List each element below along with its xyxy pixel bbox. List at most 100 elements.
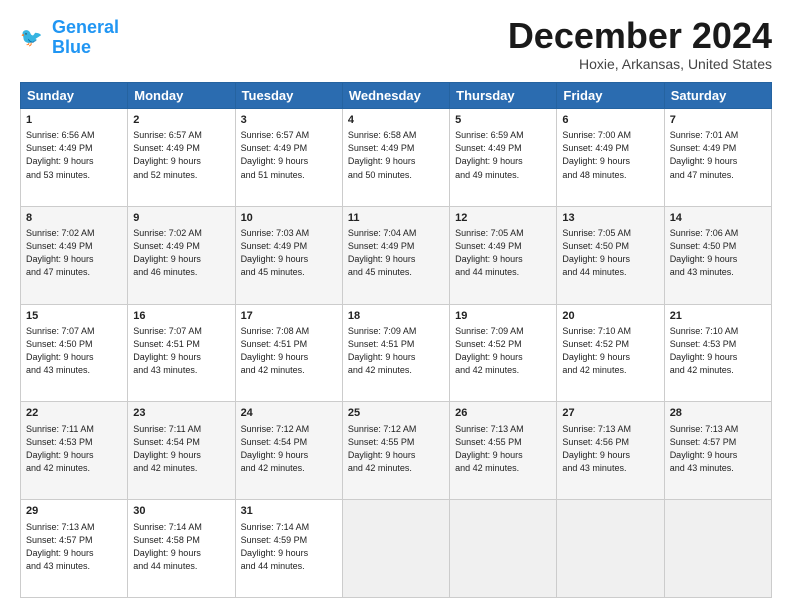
cell-info: Sunrise: 7:11 AMSunset: 4:53 PMDaylight:… — [26, 423, 122, 475]
calendar-cell: 20Sunrise: 7:10 AMSunset: 4:52 PMDayligh… — [557, 304, 664, 402]
cell-info: Sunrise: 7:09 AMSunset: 4:52 PMDaylight:… — [455, 325, 551, 377]
cell-info: Sunrise: 7:01 AMSunset: 4:49 PMDaylight:… — [670, 129, 766, 181]
day-number: 25 — [348, 406, 444, 421]
header-row: SundayMondayTuesdayWednesdayThursdayFrid… — [21, 83, 772, 109]
logo-blue: Blue — [52, 38, 119, 58]
logo-icon: 🐦 — [20, 24, 48, 52]
header-cell-tuesday: Tuesday — [235, 83, 342, 109]
calendar-cell: 16Sunrise: 7:07 AMSunset: 4:51 PMDayligh… — [128, 304, 235, 402]
header-cell-wednesday: Wednesday — [342, 83, 449, 109]
cell-info: Sunrise: 7:13 AMSunset: 4:57 PMDaylight:… — [26, 521, 122, 573]
cell-info: Sunrise: 6:57 AMSunset: 4:49 PMDaylight:… — [133, 129, 229, 181]
calendar-cell: 25 Sunrise: 7:12 AMSunset: 4:55 PMDayligh… — [342, 402, 449, 500]
day-number: 13 — [562, 211, 658, 226]
calendar-cell: 14Sunrise: 7:06 AMSunset: 4:50 PMDayligh… — [664, 206, 771, 304]
calendar-cell — [342, 500, 449, 598]
day-number: 23 — [133, 406, 229, 421]
header-cell-monday: Monday — [128, 83, 235, 109]
week-row-5: 29 Sunrise: 7:13 AMSunset: 4:57 PMDayligh… — [21, 500, 772, 598]
logo-text: General Blue — [52, 18, 119, 58]
day-number: 3 — [241, 113, 337, 128]
week-row-3: 15Sunrise: 7:07 AMSunset: 4:50 PMDayligh… — [21, 304, 772, 402]
day-number: 12 — [455, 211, 551, 226]
calendar-cell: 7Sunrise: 7:01 AMSunset: 4:49 PMDaylight… — [664, 109, 771, 207]
cell-info: Sunrise: 7:14 AMSunset: 4:58 PMDaylight:… — [133, 521, 229, 573]
calendar-cell — [450, 500, 557, 598]
calendar-cell: 18Sunrise: 7:09 AMSunset: 4:51 PMDayligh… — [342, 304, 449, 402]
header-cell-thursday: Thursday — [450, 83, 557, 109]
week-row-1: 1Sunrise: 6:56 AMSunset: 4:49 PMDaylight… — [21, 109, 772, 207]
week-row-2: 8Sunrise: 7:02 AMSunset: 4:49 PMDaylight… — [21, 206, 772, 304]
logo: 🐦 General Blue — [20, 18, 119, 58]
cell-info: Sunrise: 7:13 AMSunset: 4:55 PMDaylight:… — [455, 423, 551, 475]
cell-info: Sunrise: 7:05 AMSunset: 4:50 PMDaylight:… — [562, 227, 658, 279]
calendar-cell: 31 Sunrise: 7:14 AMSunset: 4:59 PMDayligh… — [235, 500, 342, 598]
calendar-cell: 22Sunrise: 7:11 AMSunset: 4:53 PMDayligh… — [21, 402, 128, 500]
cell-info: Sunrise: 6:58 AMSunset: 4:49 PMDaylight:… — [348, 129, 444, 181]
day-number: 9 — [133, 211, 229, 226]
day-number: 14 — [670, 211, 766, 226]
calendar-cell: 19Sunrise: 7:09 AMSunset: 4:52 PMDayligh… — [450, 304, 557, 402]
day-number: 29 — [26, 504, 122, 519]
day-number: 26 — [455, 406, 551, 421]
day-number: 5 — [455, 113, 551, 128]
day-number: 1 — [26, 113, 122, 128]
cell-info: Sunrise: 7:05 AMSunset: 4:49 PMDaylight:… — [455, 227, 551, 279]
header: 🐦 General Blue December 2024 Hoxie, Arka… — [20, 18, 772, 72]
day-number: 28 — [670, 406, 766, 421]
calendar-cell: 27 Sunrise: 7:13 AMSunset: 4:56 PMDayligh… — [557, 402, 664, 500]
calendar-cell: 13Sunrise: 7:05 AMSunset: 4:50 PMDayligh… — [557, 206, 664, 304]
calendar-cell: 9Sunrise: 7:02 AMSunset: 4:49 PMDaylight… — [128, 206, 235, 304]
calendar-cell: 2Sunrise: 6:57 AMSunset: 4:49 PMDaylight… — [128, 109, 235, 207]
cell-info: Sunrise: 7:07 AMSunset: 4:51 PMDaylight:… — [133, 325, 229, 377]
calendar-cell: 15Sunrise: 7:07 AMSunset: 4:50 PMDayligh… — [21, 304, 128, 402]
calendar-cell: 11Sunrise: 7:04 AMSunset: 4:49 PMDayligh… — [342, 206, 449, 304]
cell-info: Sunrise: 7:00 AMSunset: 4:49 PMDaylight:… — [562, 129, 658, 181]
calendar-cell: 1Sunrise: 6:56 AMSunset: 4:49 PMDaylight… — [21, 109, 128, 207]
calendar-cell: 28Sunrise: 7:13 AMSunset: 4:57 PMDayligh… — [664, 402, 771, 500]
calendar-cell: 10Sunrise: 7:03 AMSunset: 4:49 PMDayligh… — [235, 206, 342, 304]
cell-info: Sunrise: 7:03 AMSunset: 4:49 PMDaylight:… — [241, 227, 337, 279]
day-number: 2 — [133, 113, 229, 128]
day-number: 21 — [670, 309, 766, 324]
cell-info: Sunrise: 7:12 AMSunset: 4:54 PMDaylight:… — [241, 423, 337, 475]
calendar-cell: 23 Sunrise: 7:11 AMSunset: 4:54 PMDayligh… — [128, 402, 235, 500]
cell-info: Sunrise: 7:12 AMSunset: 4:55 PMDaylight:… — [348, 423, 444, 475]
logo-general: General — [52, 17, 119, 37]
calendar-table: SundayMondayTuesdayWednesdayThursdayFrid… — [20, 82, 772, 598]
cell-info: Sunrise: 7:06 AMSunset: 4:50 PMDaylight:… — [670, 227, 766, 279]
calendar-cell: 4Sunrise: 6:58 AMSunset: 4:49 PMDaylight… — [342, 109, 449, 207]
day-number: 15 — [26, 309, 122, 324]
day-number: 31 — [241, 504, 337, 519]
header-cell-friday: Friday — [557, 83, 664, 109]
cell-info: Sunrise: 7:14 AMSunset: 4:59 PMDaylight:… — [241, 521, 337, 573]
calendar-cell: 3Sunrise: 6:57 AMSunset: 4:49 PMDaylight… — [235, 109, 342, 207]
cell-info: Sunrise: 6:57 AMSunset: 4:49 PMDaylight:… — [241, 129, 337, 181]
day-number: 18 — [348, 309, 444, 324]
day-number: 17 — [241, 309, 337, 324]
calendar-cell: 29 Sunrise: 7:13 AMSunset: 4:57 PMDayligh… — [21, 500, 128, 598]
day-number: 30 — [133, 504, 229, 519]
day-number: 4 — [348, 113, 444, 128]
calendar-cell — [664, 500, 771, 598]
cell-info: Sunrise: 7:13 AMSunset: 4:56 PMDaylight:… — [562, 423, 658, 475]
page: 🐦 General Blue December 2024 Hoxie, Arka… — [0, 0, 792, 612]
day-number: 27 — [562, 406, 658, 421]
calendar-cell: 17Sunrise: 7:08 AMSunset: 4:51 PMDayligh… — [235, 304, 342, 402]
cell-info: Sunrise: 7:02 AMSunset: 4:49 PMDaylight:… — [133, 227, 229, 279]
calendar-cell: 24 Sunrise: 7:12 AMSunset: 4:54 PMDayligh… — [235, 402, 342, 500]
day-number: 6 — [562, 113, 658, 128]
cell-info: Sunrise: 7:04 AMSunset: 4:49 PMDaylight:… — [348, 227, 444, 279]
day-number: 19 — [455, 309, 551, 324]
cell-info: Sunrise: 7:11 AMSunset: 4:54 PMDaylight:… — [133, 423, 229, 475]
cell-info: Sunrise: 7:07 AMSunset: 4:50 PMDaylight:… — [26, 325, 122, 377]
header-cell-sunday: Sunday — [21, 83, 128, 109]
calendar-cell: 21Sunrise: 7:10 AMSunset: 4:53 PMDayligh… — [664, 304, 771, 402]
cell-info: Sunrise: 7:09 AMSunset: 4:51 PMDaylight:… — [348, 325, 444, 377]
calendar-cell: 5Sunrise: 6:59 AMSunset: 4:49 PMDaylight… — [450, 109, 557, 207]
calendar-cell: 6Sunrise: 7:00 AMSunset: 4:49 PMDaylight… — [557, 109, 664, 207]
title-block: December 2024 Hoxie, Arkansas, United St… — [508, 18, 772, 72]
day-number: 24 — [241, 406, 337, 421]
cell-info: Sunrise: 6:56 AMSunset: 4:49 PMDaylight:… — [26, 129, 122, 181]
cell-info: Sunrise: 7:02 AMSunset: 4:49 PMDaylight:… — [26, 227, 122, 279]
